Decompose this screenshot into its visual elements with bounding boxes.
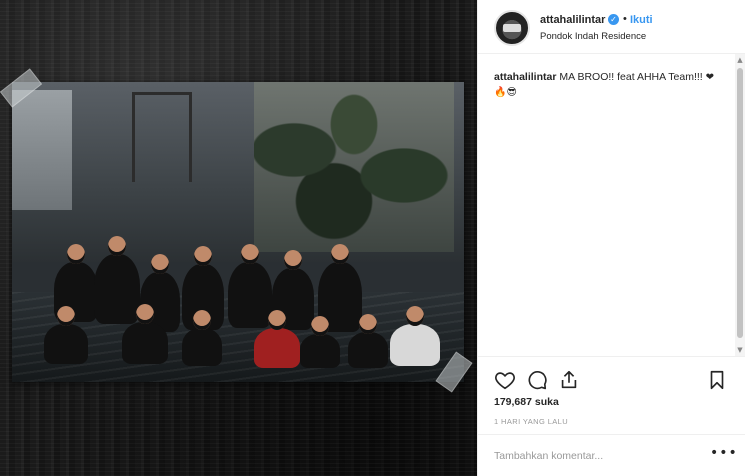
follow-button[interactable]: Ikuti <box>630 14 653 26</box>
caption-area: attahalilintar MA BROO!! feat AHHA Team!… <box>478 54 745 356</box>
scroll-down-arrow-icon[interactable]: ▼ <box>736 346 744 354</box>
post-timestamp[interactable]: 1 HARI YANG LALU <box>494 417 568 426</box>
verified-badge-icon: ✓ <box>608 14 619 25</box>
heart-icon[interactable] <box>494 369 516 391</box>
comment-box: ••• <box>478 434 745 476</box>
location-link[interactable]: Pondok Indah Residence <box>540 31 646 42</box>
likes-count[interactable]: 179,687 suka <box>494 396 559 408</box>
comment-icon[interactable] <box>526 369 548 391</box>
instagram-post-view: attahalilintar ✓ • Ikuti Pondok Indah Re… <box>0 0 745 476</box>
comment-input[interactable] <box>494 447 694 465</box>
username-link[interactable]: attahalilintar <box>540 14 605 26</box>
group-photo-print <box>12 82 464 382</box>
group-of-people <box>32 232 462 372</box>
post-header: attahalilintar ✓ • Ikuti Pondok Indah Re… <box>478 0 745 54</box>
caption-username[interactable]: attahalilintar <box>494 71 556 83</box>
caption-text: MA BROO!! feat AHHA Team!!! <box>559 71 703 83</box>
share-icon[interactable] <box>558 369 580 391</box>
bookmark-icon[interactable] <box>706 369 728 391</box>
avatar[interactable] <box>494 10 530 46</box>
more-options-icon[interactable]: ••• <box>710 445 738 461</box>
scroll-up-arrow-icon[interactable]: ▲ <box>736 56 744 64</box>
separator-dot: • <box>623 13 627 25</box>
post-photo[interactable] <box>0 0 477 476</box>
scrollbar[interactable]: ▲ ▼ <box>735 54 745 356</box>
caption: attahalilintar MA BROO!! feat AHHA Team!… <box>494 70 720 100</box>
scrollbar-thumb[interactable] <box>737 68 743 338</box>
post-side-panel: attahalilintar ✓ • Ikuti Pondok Indah Re… <box>477 0 745 476</box>
